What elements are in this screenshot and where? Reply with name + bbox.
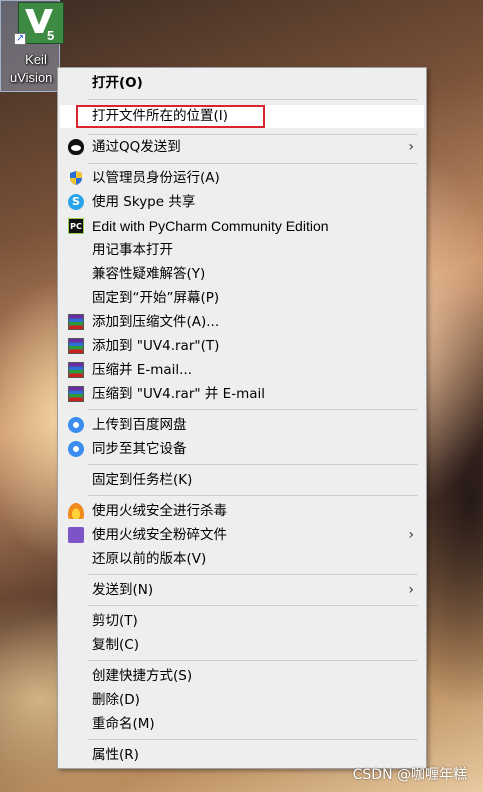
menu-item-compress-uv4-email[interactable]: 压缩到 "UV4.rar" 并 E-mail <box>60 383 424 406</box>
shortcut-arrow-icon: ↗ <box>14 33 26 45</box>
submenu-arrow-icon: › <box>408 139 414 155</box>
menu-item-open-file-location[interactable]: 打开文件所在的位置(I) <box>60 105 424 128</box>
menu-item-delete[interactable]: 删除(D) <box>60 689 424 712</box>
menu-item-label: 使用火绒安全粉碎文件 <box>92 527 227 543</box>
menu-separator <box>88 574 418 575</box>
menu-item-label: 打开文件所在的位置(I) <box>92 108 229 124</box>
menu-item-compatibility[interactable]: 兼容性疑难解答(Y) <box>60 263 424 286</box>
menu-item-restore-versions[interactable]: 还原以前的版本(V) <box>60 548 424 571</box>
huorong-icon <box>68 503 84 519</box>
menu-separator <box>88 660 418 661</box>
menu-item-open-notepad[interactable]: 用记事本打开 <box>60 239 424 262</box>
menu-item-pin-taskbar[interactable]: 固定到任务栏(K) <box>60 469 424 492</box>
uac-shield-icon <box>68 170 84 186</box>
menu-item-open[interactable]: 打开(O) <box>60 72 424 95</box>
menu-item-add-archive[interactable]: 添加到压缩文件(A)... <box>60 311 424 334</box>
context-menu: 打开(O) 打开文件所在的位置(I) 通过QQ发送到 › 以管理员身份运行(A)… <box>57 67 427 769</box>
menu-item-label: 还原以前的版本(V) <box>92 551 207 567</box>
menu-item-pin-start[interactable]: 固定到“开始”屏幕(P) <box>60 287 424 310</box>
watermark-text: CSDN @咖喱年糕 <box>352 767 467 783</box>
huorong-shred-icon <box>68 527 84 543</box>
menu-item-label: 创建快捷方式(S) <box>92 668 193 684</box>
menu-item-compress-email[interactable]: 压缩并 E-mail... <box>60 359 424 382</box>
winrar-icon <box>68 314 84 330</box>
menu-item-label: 上传到百度网盘 <box>92 417 187 433</box>
menu-item-label: 剪切(T) <box>92 613 138 629</box>
menu-item-label: 压缩并 E-mail... <box>92 362 192 378</box>
menu-item-label: 删除(D) <box>92 692 140 708</box>
menu-item-sync-devices[interactable]: 同步至其它设备 <box>60 438 424 461</box>
menu-item-label: 使用 Skype 共享 <box>92 194 196 210</box>
menu-item-huorong-shred[interactable]: 使用火绒安全粉碎文件 › <box>60 524 424 547</box>
skype-icon: S <box>68 194 84 210</box>
baidu-netdisk-icon <box>68 417 84 433</box>
winrar-icon <box>68 362 84 378</box>
menu-item-label: Edit with PyCharm Community Edition <box>92 218 329 234</box>
winrar-icon <box>68 338 84 354</box>
menu-item-copy[interactable]: 复制(C) <box>60 634 424 657</box>
menu-item-label: 发送到(N) <box>92 582 154 598</box>
menu-separator <box>88 464 418 465</box>
menu-separator <box>88 739 418 740</box>
menu-item-label: 使用火绒安全进行杀毒 <box>92 503 227 519</box>
menu-item-label: 同步至其它设备 <box>92 441 187 457</box>
logo-digit: 5 <box>47 28 54 43</box>
menu-item-label: 固定到“开始”屏幕(P) <box>92 290 220 306</box>
menu-item-cut[interactable]: 剪切(T) <box>60 610 424 633</box>
menu-item-label: 打开(O) <box>92 75 143 91</box>
menu-item-create-shortcut[interactable]: 创建快捷方式(S) <box>60 665 424 688</box>
menu-separator <box>88 605 418 606</box>
menu-item-label: 兼容性疑难解答(Y) <box>92 266 206 282</box>
menu-item-label: 属性(R) <box>92 747 139 763</box>
menu-separator <box>88 409 418 410</box>
menu-item-label: 添加到压缩文件(A)... <box>92 314 220 330</box>
qq-icon <box>68 139 84 155</box>
menu-item-share-skype[interactable]: S 使用 Skype 共享 <box>60 191 424 214</box>
menu-item-send-via-qq[interactable]: 通过QQ发送到 › <box>60 136 424 159</box>
baidu-netdisk-icon <box>68 441 84 457</box>
menu-item-label: 以管理员身份运行(A) <box>92 170 220 186</box>
menu-item-rename[interactable]: 重命名(M) <box>60 713 424 736</box>
menu-separator <box>88 134 418 135</box>
submenu-arrow-icon: › <box>408 527 414 543</box>
winrar-icon <box>68 386 84 402</box>
submenu-arrow-icon: › <box>408 582 414 598</box>
menu-item-label: 用记事本打开 <box>92 242 173 258</box>
menu-separator <box>88 163 418 164</box>
menu-item-edit-pycharm[interactable]: PC Edit with PyCharm Community Edition <box>60 215 424 238</box>
menu-item-label: 压缩到 "UV4.rar" 并 E-mail <box>92 386 265 402</box>
menu-item-add-uv4-rar[interactable]: 添加到 "UV4.rar"(T) <box>60 335 424 358</box>
menu-item-label: 添加到 "UV4.rar"(T) <box>92 338 220 354</box>
shortcut-label-line1[interactable]: Keil <box>6 52 66 67</box>
menu-item-upload-baidu[interactable]: 上传到百度网盘 <box>60 414 424 437</box>
pycharm-icon: PC <box>68 218 84 234</box>
menu-item-label: 固定到任务栏(K) <box>92 472 193 488</box>
menu-item-label: 重命名(M) <box>92 716 155 732</box>
menu-separator <box>88 99 418 100</box>
menu-item-huorong-scan[interactable]: 使用火绒安全进行杀毒 <box>60 500 424 523</box>
menu-item-run-as-admin[interactable]: 以管理员身份运行(A) <box>60 167 424 190</box>
menu-item-label: 通过QQ发送到 <box>92 139 181 155</box>
menu-item-send-to[interactable]: 发送到(N) › <box>60 579 424 602</box>
menu-item-label: 复制(C) <box>92 637 139 653</box>
menu-separator <box>88 495 418 496</box>
